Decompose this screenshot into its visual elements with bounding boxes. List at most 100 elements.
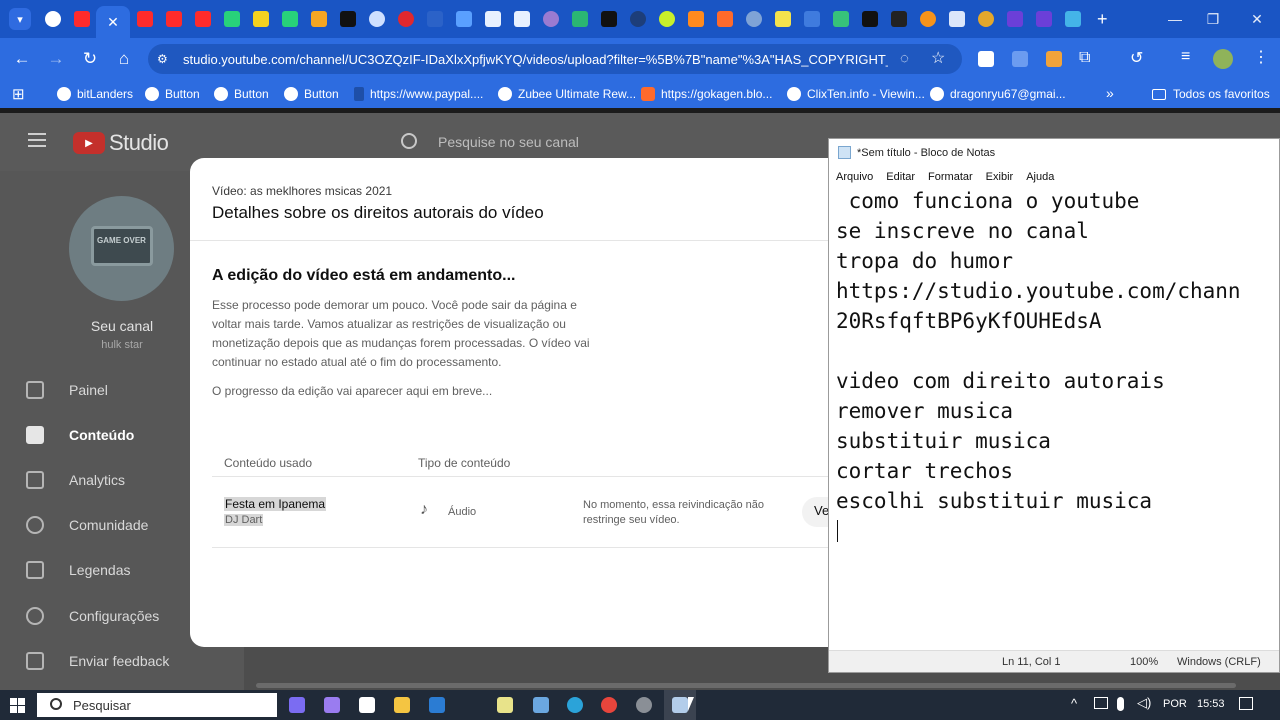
url-text[interactable]: studio.youtube.com/channel/UC3OZQzIF-IDa… — [183, 52, 888, 67]
star-tab-icon[interactable] — [601, 11, 617, 27]
gear-tab-icon[interactable] — [630, 11, 646, 27]
history-icon[interactable]: ↺ — [1130, 48, 1143, 68]
show-hidden-icons[interactable]: ^ — [1071, 696, 1077, 711]
four-tab-icon[interactable] — [949, 11, 965, 27]
song-title[interactable]: Festa em Ipanema — [224, 497, 327, 511]
notifications-icon[interactable] — [1239, 697, 1253, 710]
bookmark-item[interactable]: Button — [214, 87, 269, 101]
extension-icon[interactable] — [978, 51, 994, 67]
x-tab-icon[interactable] — [1065, 11, 1081, 27]
folder-icon[interactable] — [394, 697, 410, 713]
chart-tab-icon[interactable] — [804, 11, 820, 27]
notes-icon[interactable] — [497, 697, 513, 713]
gif-tab-icon[interactable] — [456, 11, 472, 27]
youtube-tab-icon[interactable] — [137, 11, 153, 27]
bookmark-item[interactable]: Zubee Ultimate Rew... — [498, 87, 636, 101]
reload-button[interactable]: ↻ — [78, 47, 102, 71]
note-tab-icon[interactable] — [775, 11, 791, 27]
youtube-tab-icon[interactable] — [166, 11, 182, 27]
pencil-tab-icon[interactable] — [311, 11, 327, 27]
play-tab-icon[interactable] — [282, 11, 298, 27]
profile-avatar[interactable] — [1213, 49, 1233, 69]
wallet-extension-icon[interactable] — [1046, 51, 1062, 67]
new-tab-button[interactable]: + — [1097, 9, 1108, 30]
spiral-tab-icon[interactable] — [543, 11, 559, 27]
taskbar-search[interactable]: Pesquisar — [37, 693, 277, 717]
notepad-text-area[interactable]: como funciona o youtube se inscreve no c… — [836, 186, 1241, 516]
windows-start-icon[interactable] — [10, 698, 25, 713]
more-bookmarks-icon[interactable]: » — [1106, 85, 1114, 101]
search-icon[interactable] — [401, 133, 417, 149]
youtube-tab-icon[interactable] — [74, 11, 90, 27]
all-bookmarks-folder[interactable]: Todos os favoritos — [1152, 87, 1270, 101]
shield-tab-icon[interactable] — [1036, 11, 1052, 27]
globe-tab-icon[interactable] — [369, 11, 385, 27]
bookmark-item[interactable]: Button — [284, 87, 339, 101]
bitcoin-tab-icon[interactable] — [920, 11, 936, 27]
d-tab-icon[interactable] — [514, 11, 530, 27]
menu-arquivo[interactable]: Arquivo — [836, 171, 873, 183]
youtube-tab-icon[interactable] — [195, 11, 211, 27]
copilot-icon[interactable] — [324, 697, 340, 713]
menu-formatar[interactable]: Formatar — [928, 171, 973, 183]
hamburger-menu-icon[interactable] — [28, 133, 46, 147]
bookmark-star-icon[interactable]: ☆ — [931, 48, 945, 68]
active-tab-close-button[interactable]: ✕ — [96, 6, 130, 38]
tiktok-tab-icon[interactable] — [340, 11, 356, 27]
red-circle-tab-icon[interactable] — [398, 11, 414, 27]
blogger-tab-icon[interactable] — [717, 11, 733, 27]
chrome-tab-icon[interactable] — [45, 11, 61, 27]
bookmark-item[interactable]: https://www.paypal.... — [354, 87, 483, 101]
play-tab-icon[interactable] — [224, 11, 240, 27]
eye-slash-icon[interactable]: ◌ — [900, 50, 909, 67]
bookmark-item[interactable]: Button — [145, 87, 200, 101]
chrome-icon[interactable] — [601, 697, 617, 713]
bookmark-item[interactable]: bitLanders — [57, 87, 133, 101]
blogger-tab-icon[interactable] — [688, 11, 704, 27]
lime-tab-icon[interactable] — [659, 11, 675, 27]
translate-extension-icon[interactable] — [1012, 51, 1028, 67]
blank-tab-icon[interactable] — [427, 11, 443, 27]
close-window-button[interactable]: ✕ — [1234, 0, 1280, 38]
vscode-icon[interactable] — [533, 697, 549, 713]
search-input[interactable]: Pesquise no seu canal — [438, 134, 579, 150]
edge-icon[interactable] — [567, 697, 583, 713]
d-tab-icon[interactable] — [485, 11, 501, 27]
coin-tab-icon[interactable] — [978, 11, 994, 27]
media-icon[interactable]: ≡ — [1181, 48, 1190, 66]
menu-icon[interactable]: ⋮ — [1253, 47, 1269, 67]
menu-ajuda[interactable]: Ajuda — [1026, 171, 1054, 183]
puzzle-icon[interactable]: ⧉ — [1079, 49, 1090, 67]
bookmark-item[interactable]: https://gokagen.blo... — [641, 87, 772, 101]
world-tab-icon[interactable] — [746, 11, 762, 27]
menu-editar[interactable]: Editar — [886, 171, 915, 183]
menu-exibir[interactable]: Exibir — [986, 171, 1014, 183]
volume-icon[interactable]: ◁) — [1137, 695, 1151, 711]
language-indicator[interactable]: POR — [1163, 698, 1187, 710]
microphone-icon[interactable] — [1117, 697, 1124, 711]
forward-button[interactable]: → — [44, 47, 68, 71]
home-button[interactable]: ⌂ — [112, 47, 136, 71]
a-tab-icon[interactable] — [862, 11, 878, 27]
k-tab-icon[interactable] — [572, 11, 588, 27]
site-info-icon[interactable]: ⚙ — [157, 52, 171, 66]
app-icon[interactable] — [636, 697, 652, 713]
network-icon[interactable] — [1094, 697, 1108, 709]
check-tab-icon[interactable] — [253, 11, 269, 27]
copilot-icon[interactable] — [289, 697, 305, 713]
clock[interactable]: 15:53 — [1197, 698, 1225, 710]
shield-tab-icon[interactable] — [1007, 11, 1023, 27]
slash-tab-icon[interactable] — [891, 11, 907, 27]
arrow-tab-icon[interactable] — [833, 11, 849, 27]
bookmark-item[interactable]: ClixTen.info - Viewin... — [787, 87, 925, 101]
mail-icon[interactable] — [429, 697, 445, 713]
studio-logo[interactable]: ▶ Studio — [73, 130, 169, 156]
back-button[interactable]: ← — [10, 47, 34, 71]
tab-search-button[interactable]: ▾ — [9, 8, 31, 30]
channel-avatar[interactable]: GAME OVER — [69, 196, 174, 301]
apps-icon[interactable]: ⊞ — [12, 85, 25, 103]
store-icon[interactable] — [359, 697, 375, 713]
bookmark-item[interactable]: dragonryu67@gmai... — [930, 87, 1066, 101]
nav-item-feedback[interactable]: Enviar feedback — [0, 641, 244, 681]
restore-button[interactable]: ❐ — [1190, 0, 1236, 38]
